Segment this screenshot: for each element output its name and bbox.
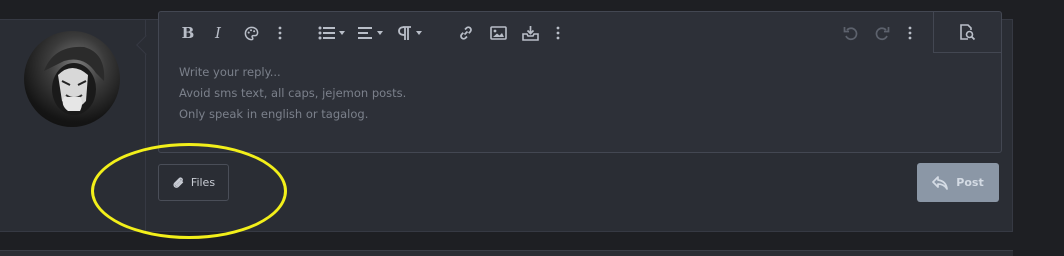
post-button[interactable]: Post [917,163,999,202]
reply-icon [932,175,949,190]
avatar-image [44,46,105,115]
align-icon [358,27,383,39]
align-button[interactable] [357,22,387,44]
undo-icon [843,27,858,41]
image-icon [489,26,507,40]
ellipsis-vertical-icon [556,26,560,40]
image-button[interactable] [487,22,509,44]
italic-button[interactable]: I [207,22,229,44]
ellipsis-vertical-icon [278,26,282,40]
more-insert-options-button[interactable] [555,22,561,44]
redo-button[interactable] [871,22,893,44]
reply-page: B I Write your reply... Avoid sms text, … [0,0,1064,256]
attach-files-button[interactable]: Files [158,164,229,201]
inbox-insert-icon [521,26,539,41]
redo-icon [875,27,890,41]
palette-icon [244,26,258,40]
paragraph-button[interactable] [397,22,427,44]
next-post-edge [0,250,1013,256]
avatar[interactable] [24,31,120,127]
paperclip-icon [173,176,184,188]
preview-icon [960,23,976,40]
link-icon [460,26,472,40]
more-text-options-button[interactable] [277,22,283,44]
more-options-button[interactable] [907,22,913,44]
text-color-button[interactable] [239,22,263,44]
placeholder-line: Only speak in english or tagalog. [179,107,369,121]
paragraph-icon [398,25,422,40]
bold-icon: B [181,24,195,42]
ellipsis-vertical-icon [908,26,912,40]
insert-button[interactable] [519,22,541,44]
placeholder-line: Avoid sms text, all caps, jejemon posts. [179,86,407,100]
link-button[interactable] [455,22,477,44]
list-icon [318,26,345,40]
user-column [0,20,146,231]
editor-placeholder: Write your reply... Avoid sms text, all … [179,62,406,125]
files-label: Files [190,176,216,189]
placeholder-line: Write your reply... [179,65,281,79]
bold-button[interactable]: B [177,22,199,44]
reply-editor[interactable]: B I Write your reply... Avoid sms text, … [158,11,1002,153]
editor-toolbar: B I [159,12,1001,53]
post-label: Post [956,176,984,189]
undo-button[interactable] [840,22,862,44]
list-button[interactable] [317,22,347,44]
italic-icon: I [215,24,221,42]
preview-button[interactable] [933,12,1001,53]
